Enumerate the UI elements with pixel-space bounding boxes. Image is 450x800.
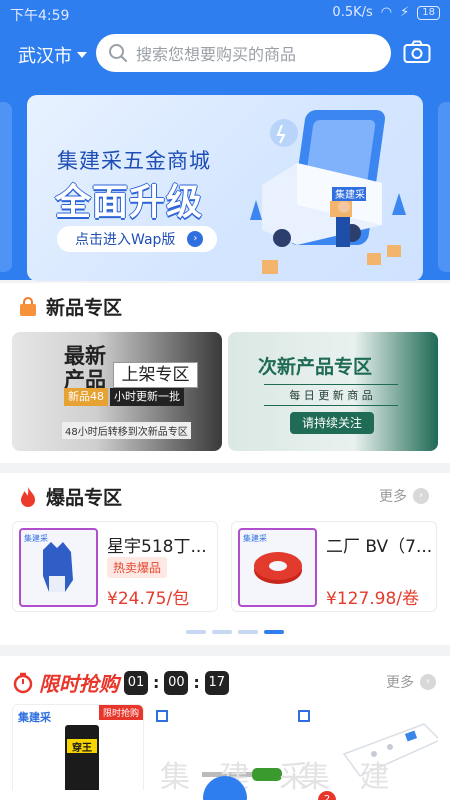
- search-input[interactable]: 搜索您想要购买的商品: [96, 34, 391, 72]
- second-new-sub: 每 日 更 新 商 品: [264, 384, 398, 406]
- flash-sale-heading: 限时抢购 01 : 00 : 17: [12, 668, 229, 697]
- logo-icon: [298, 710, 310, 722]
- truck-logo-text: 集建采: [335, 188, 365, 201]
- charging-icon: ⚡: [400, 5, 410, 20]
- search-placeholder: 搜索您想要购买的商品: [136, 45, 297, 64]
- foam-can-image: 穿王: [65, 725, 99, 799]
- status-icons: 0.5K/s ◠ ⚡ 18: [332, 5, 440, 20]
- top-header: 武汉市 搜索您想要购买的商品: [0, 32, 450, 76]
- product-image: 集建采: [19, 528, 98, 607]
- product-name: 二厂 BV（7...: [326, 537, 433, 557]
- hot-more-label: 更多: [379, 489, 407, 505]
- follow-button[interactable]: 请持续关注: [290, 412, 374, 434]
- foam-can-label: 穿王: [67, 739, 97, 754]
- status-time: 下午4:59: [10, 8, 70, 24]
- new-card-label: 上架专区: [113, 362, 198, 388]
- chevron-down-icon: [77, 52, 87, 58]
- flash-more-link[interactable]: 更多 ›: [386, 672, 436, 692]
- chevron-right-icon: ›: [420, 674, 436, 690]
- new-zone-heading: 新品专区: [18, 293, 122, 320]
- battery-icon: 18: [417, 5, 440, 20]
- fire-icon: [21, 486, 35, 507]
- banner-next-peek[interactable]: [438, 102, 450, 272]
- countdown-separator: :: [193, 673, 200, 692]
- camera-icon[interactable]: [403, 40, 431, 64]
- product-name: 星宇518丁...: [107, 537, 207, 557]
- promo-banner[interactable]: 集建采五金商城 全面升级 点击进入Wap版 › 集建采: [27, 95, 423, 281]
- product-logo: 集建采: [24, 534, 48, 543]
- banner-prev-peek[interactable]: [0, 102, 12, 272]
- city-selector[interactable]: 武汉市: [18, 42, 87, 68]
- product-price: ¥24.75/包: [107, 589, 190, 609]
- network-speed: 0.5K/s: [332, 5, 373, 20]
- hot-product-card[interactable]: 集建采 二厂 BV（7... ¥127.98/卷: [231, 521, 437, 612]
- pager-dot[interactable]: [186, 630, 206, 634]
- pager-dot-active[interactable]: [264, 630, 284, 634]
- city-label: 武汉市: [18, 46, 72, 67]
- new-zone-title: 新品专区: [46, 297, 123, 319]
- product-price: ¥127.98/卷: [326, 589, 420, 609]
- countdown-separator: :: [153, 673, 160, 692]
- chevron-right-icon: ›: [187, 231, 204, 247]
- second-new-title: 次新产品专区: [258, 356, 373, 378]
- pager-dot[interactable]: [238, 630, 258, 634]
- new-arrivals-card[interactable]: 最新 产品 上架专区 新品48 小时更新一批 48小时后转移到次新品专区: [12, 332, 222, 451]
- product-logo: 集建采: [243, 534, 267, 543]
- banner-title: 集建采五金商城: [57, 149, 211, 173]
- countdown-minutes: 00: [164, 670, 189, 695]
- flash-more-label: 更多: [386, 675, 414, 691]
- flash-card-logo: 集建采: [18, 711, 51, 724]
- countdown-hours: 01: [124, 670, 148, 695]
- wifi-icon: ◠: [380, 5, 393, 20]
- wap-entry-button[interactable]: 点击进入Wap版 ›: [57, 226, 217, 252]
- new-card-strip: 新品48: [64, 388, 108, 406]
- hot-zone-heading: 爆品专区: [18, 483, 122, 510]
- pager-dot[interactable]: [212, 630, 232, 634]
- new-card-big-text: 最新 产品: [64, 344, 106, 392]
- hot-zone-title: 爆品专区: [46, 487, 123, 509]
- carousel-pager: [186, 630, 284, 634]
- new-card-strip2: 小时更新一批: [110, 388, 184, 406]
- hot-more-link[interactable]: 更多 ›: [379, 486, 429, 506]
- wap-entry-label: 点击进入Wap版: [75, 232, 176, 248]
- product-image: 集建采: [238, 528, 317, 607]
- delivery-truck-illustration: 集建采: [250, 110, 406, 274]
- flash-ribbon: 限时抢购: [98, 705, 143, 720]
- flash-product-card[interactable]: 集建采 限时抢购 穿王: [12, 704, 144, 800]
- new-card-note: 48小时后转移到次新品专区: [62, 422, 191, 439]
- stopwatch-icon: [13, 672, 33, 693]
- chevron-right-icon: ›: [413, 488, 429, 504]
- banner-headline: 全面升级: [55, 182, 204, 223]
- hot-product-card[interactable]: 集建采 星宇518丁... 热卖爆品 ¥24.75/包: [12, 521, 218, 612]
- flash-sale-title: 限时抢购: [39, 672, 119, 696]
- logo-icon: [156, 710, 168, 722]
- countdown-seconds: 17: [204, 670, 229, 695]
- second-new-card[interactable]: 次新产品专区 每 日 更 新 商 品 请持续关注: [228, 332, 438, 451]
- hot-tag: 热卖爆品: [107, 557, 168, 578]
- shopping-bag-icon: [20, 296, 36, 316]
- search-icon: [109, 44, 127, 62]
- new-card-big-text-1: 最新: [64, 344, 106, 368]
- status-bar: 下午4:59 0.5K/s ◠ ⚡ 18: [0, 0, 450, 28]
